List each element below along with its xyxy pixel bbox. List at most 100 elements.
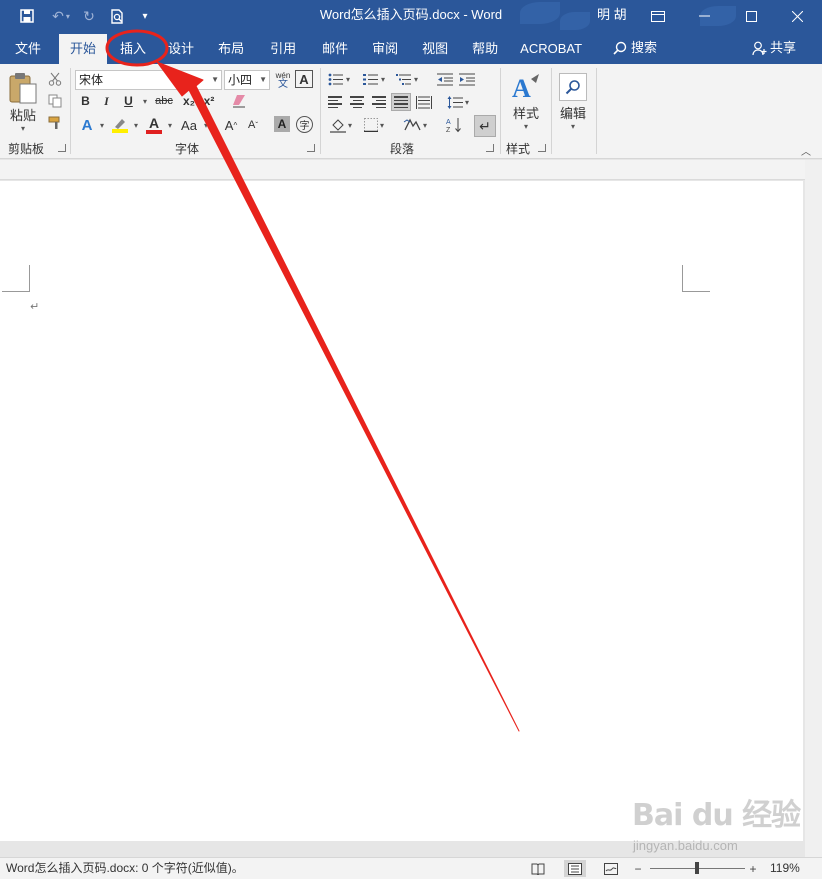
highlight-dropdown-icon[interactable]: ▾ [130, 115, 140, 135]
shading-icon[interactable]: ▾ [326, 116, 356, 134]
underline-button[interactable]: U [120, 92, 137, 110]
ribbon-tab-bar: 文件 开始 插入 设计 布局 引用 邮件 审阅 视图 帮助 ACROBAT 搜索… [0, 32, 822, 64]
text-effect-dropdown-icon[interactable]: ▾ [96, 115, 106, 135]
paragraph-group-label: 段落 [390, 142, 415, 156]
increase-indent-icon[interactable] [457, 70, 477, 88]
format-painter-icon[interactable] [46, 114, 64, 132]
highlight-color-icon[interactable] [110, 115, 130, 135]
grow-font-button[interactable]: A ^ [222, 115, 240, 135]
tab-mailings[interactable]: 邮件 [309, 34, 361, 64]
text-effect-button[interactable]: A [78, 115, 96, 135]
styles-dialog-launcher-icon[interactable] [538, 144, 546, 152]
grow-font-glyph: A [224, 117, 234, 133]
paragraph-dialog-launcher-icon[interactable] [486, 144, 494, 152]
font-size-combo[interactable]: 小四 ▼ [224, 70, 270, 90]
subscript-button[interactable]: x₂ [180, 92, 198, 110]
user-name[interactable]: 明 胡 [597, 0, 627, 32]
tab-layout[interactable]: 布局 [205, 34, 257, 64]
undo-icon[interactable]: ↶ ▾ [47, 0, 75, 32]
share-button[interactable]: 共享 [752, 32, 796, 64]
read-mode-icon[interactable] [527, 860, 549, 877]
character-shading-button[interactable]: A [274, 116, 290, 132]
tell-me-search[interactable]: 搜索 [613, 32, 657, 64]
zoom-in-icon[interactable]: + [745, 860, 761, 877]
tab-help[interactable]: 帮助 [461, 34, 509, 64]
line-spacing-icon[interactable]: ▾ [444, 93, 472, 111]
numbering-icon[interactable]: ▾ [360, 70, 388, 88]
zoom-out-icon[interactable]: − [630, 860, 646, 877]
decrease-indent-icon[interactable] [435, 70, 455, 88]
character-border-button[interactable]: A [295, 70, 313, 88]
bold-button[interactable]: B [77, 92, 94, 110]
maximize-icon[interactable] [728, 0, 774, 32]
multilevel-list-icon[interactable]: ▾ [394, 70, 420, 88]
borders-icon[interactable]: ▾ [359, 116, 389, 134]
align-center-icon[interactable] [348, 93, 366, 111]
bullets-icon[interactable]: ▾ [326, 70, 352, 88]
strikethrough-button[interactable]: abc [153, 92, 175, 110]
tab-design[interactable]: 设计 [157, 34, 205, 64]
print-layout-icon[interactable] [564, 860, 586, 877]
styles-icon: A [512, 74, 539, 103]
save-icon[interactable] [13, 0, 41, 32]
italic-button[interactable]: I [98, 92, 115, 110]
enclose-characters-button[interactable]: 字 [296, 116, 313, 133]
underline-dropdown-icon[interactable]: ▾ [139, 92, 149, 110]
print-preview-icon[interactable] [103, 0, 131, 32]
customize-qat-icon[interactable]: ▾ [131, 0, 159, 32]
margin-corner-mark-right [682, 265, 710, 292]
font-name-combo[interactable]: 宋体 ▼ [75, 70, 222, 90]
styles-group-label: 样式 [506, 142, 531, 156]
tab-acrobat[interactable]: ACROBAT [509, 34, 593, 64]
zoom-percentage[interactable]: 119% [770, 858, 800, 879]
change-case-dropdown-icon[interactable]: ▾ [200, 115, 210, 135]
phonetic-guide-button[interactable]: wén 文 [274, 70, 292, 90]
group-separator [70, 68, 71, 154]
search-label: 搜索 [631, 40, 658, 55]
tab-home[interactable]: 开始 [59, 34, 108, 64]
styles-gallery-button[interactable]: A 样式 ▾ [506, 69, 546, 135]
word-count-status[interactable]: Word怎么插入页码.docx: 0 个字符(近似值)。 [6, 858, 244, 879]
close-icon[interactable] [774, 0, 820, 32]
paste-dropdown-icon[interactable]: ▾ [21, 124, 25, 133]
justify-icon[interactable] [391, 93, 411, 111]
chinese-layout-icon[interactable]: ▾ [400, 116, 430, 134]
minimize-icon[interactable] [681, 0, 727, 32]
margin-corner-mark-left [2, 265, 30, 292]
font-color-dropdown-icon[interactable]: ▾ [164, 115, 174, 135]
change-case-button[interactable]: Aa [178, 115, 200, 135]
show-hide-marks-icon[interactable]: ↵ [474, 115, 496, 137]
collapse-ribbon-icon[interactable]: ︿ [800, 144, 812, 158]
copy-icon[interactable] [46, 92, 64, 110]
redo-icon[interactable]: ↻ [75, 0, 103, 32]
editing-label: 编辑 [559, 106, 586, 121]
web-layout-icon[interactable] [600, 860, 622, 877]
vertical-scrollbar[interactable] [805, 160, 822, 857]
font-dialog-launcher-icon[interactable] [307, 144, 315, 152]
tab-file[interactable]: 文件 [4, 34, 53, 64]
paste-button[interactable]: 粘贴 ▾ [6, 70, 40, 134]
svg-text:A: A [446, 119, 451, 126]
paragraph-mark: ↵ [30, 301, 40, 313]
shrink-font-button[interactable]: Aˇ [244, 115, 262, 135]
zoom-slider-thumb[interactable] [694, 862, 699, 874]
tab-review[interactable]: 审阅 [361, 34, 409, 64]
ribbon-display-options-icon[interactable] [635, 0, 681, 32]
paste-label: 粘贴 [9, 107, 36, 123]
shrink-font-glyph: A [247, 119, 256, 131]
font-color-button[interactable]: A [144, 115, 164, 135]
align-right-icon[interactable] [370, 93, 388, 111]
tab-references[interactable]: 引用 [257, 34, 309, 64]
chevron-down-icon: ▼ [211, 75, 219, 84]
tab-insert[interactable]: 插入 [109, 34, 157, 64]
distributed-icon[interactable] [414, 93, 434, 111]
clipboard-dialog-launcher-icon[interactable] [58, 144, 66, 152]
editing-button[interactable]: 编辑 ▾ [556, 69, 590, 135]
font-group-label: 字体 [175, 142, 200, 156]
tab-view[interactable]: 视图 [409, 34, 461, 64]
clear-formatting-icon[interactable] [229, 92, 249, 110]
superscript-button[interactable]: x² [200, 92, 218, 110]
sort-icon[interactable]: AZ [443, 116, 465, 134]
cut-icon[interactable] [46, 70, 64, 88]
align-left-icon[interactable] [326, 93, 344, 111]
